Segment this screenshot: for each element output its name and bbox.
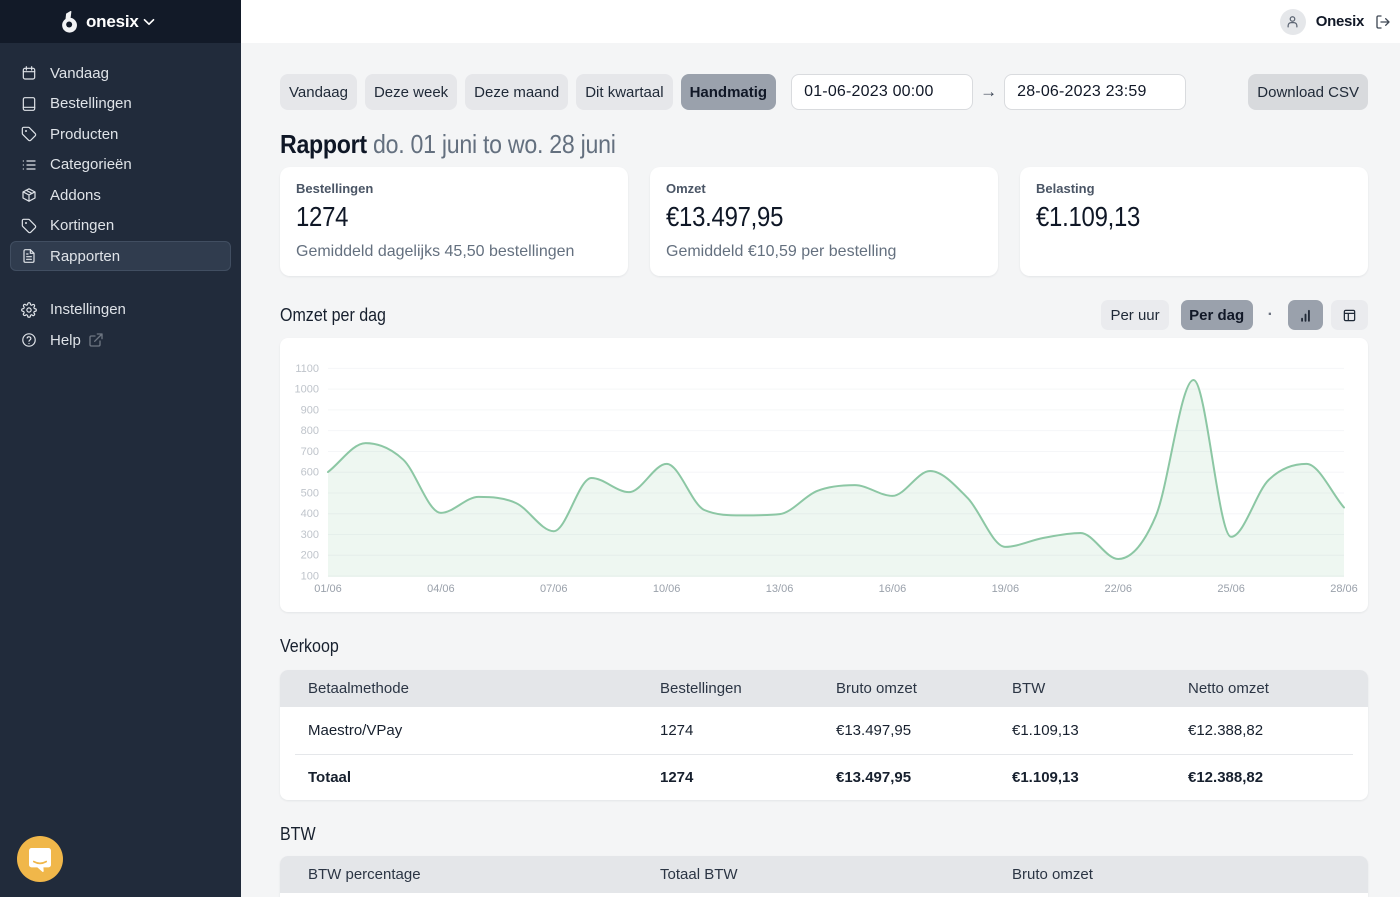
svg-text:22/06: 22/06 xyxy=(1104,583,1132,595)
svg-text:16/06: 16/06 xyxy=(879,583,907,595)
svg-text:300: 300 xyxy=(301,529,319,541)
svg-text:700: 700 xyxy=(301,446,319,458)
svg-text:1000: 1000 xyxy=(295,384,319,396)
svg-text:500: 500 xyxy=(301,487,319,499)
svg-text:10/06: 10/06 xyxy=(653,583,681,595)
svg-text:800: 800 xyxy=(301,425,319,437)
svg-text:200: 200 xyxy=(301,550,319,562)
svg-text:600: 600 xyxy=(301,467,319,479)
svg-text:1100: 1100 xyxy=(295,363,319,375)
svg-text:900: 900 xyxy=(301,404,319,416)
svg-text:19/06: 19/06 xyxy=(992,583,1020,595)
svg-text:07/06: 07/06 xyxy=(540,583,568,595)
svg-text:28/06: 28/06 xyxy=(1330,583,1358,595)
svg-text:04/06: 04/06 xyxy=(427,583,455,595)
svg-text:01/06: 01/06 xyxy=(314,583,342,595)
svg-text:25/06: 25/06 xyxy=(1217,583,1245,595)
svg-text:400: 400 xyxy=(301,508,319,520)
svg-text:13/06: 13/06 xyxy=(766,583,794,595)
svg-text:100: 100 xyxy=(301,571,319,583)
